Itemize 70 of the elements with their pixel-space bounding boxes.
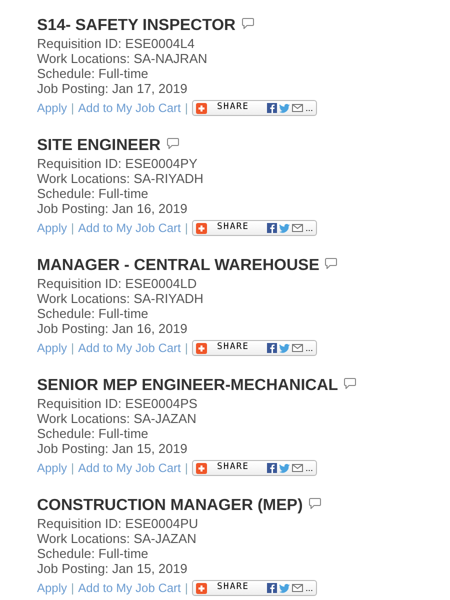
job-detail: Requisition ID: ESE0004PS bbox=[37, 396, 198, 411]
share-button[interactable]: SHARE ... bbox=[192, 100, 317, 116]
job-detail: Job Posting: Jan 15, 2019 bbox=[37, 441, 188, 456]
job-detail: Work Locations: SA-JAZAN bbox=[37, 531, 196, 546]
plus-icon bbox=[196, 342, 207, 354]
job-detail: Job Posting: Jan 16, 2019 bbox=[37, 201, 188, 216]
job-detail: Requisition ID: ESE0004PU bbox=[37, 516, 198, 531]
mail-icon[interactable] bbox=[292, 344, 304, 352]
job-detail: Schedule: Full-time bbox=[37, 546, 148, 561]
job-detail: Schedule: Full-time bbox=[37, 66, 148, 81]
job-title[interactable]: MANAGER - CENTRAL WAREHOUSE bbox=[37, 254, 320, 278]
job-detail: Requisition ID: ESE0004L4 bbox=[37, 36, 195, 51]
separator: | bbox=[71, 220, 74, 237]
more-label[interactable]: ... bbox=[305, 584, 313, 592]
separator: | bbox=[184, 460, 188, 477]
plus-icon bbox=[196, 582, 207, 594]
share-button[interactable]: SHARE ... bbox=[192, 340, 317, 356]
share-label: SHARE bbox=[217, 221, 250, 234]
share-button[interactable]: SHARE ... bbox=[192, 220, 317, 236]
more-label[interactable]: ... bbox=[305, 104, 313, 112]
job-detail: Work Locations: SA-RIYADH bbox=[37, 171, 204, 186]
mail-icon[interactable] bbox=[292, 584, 304, 592]
comment-icon[interactable] bbox=[325, 258, 338, 269]
plus-icon bbox=[196, 462, 207, 474]
comment-icon[interactable] bbox=[308, 498, 321, 509]
job-detail: Requisition ID: ESE0004PY bbox=[37, 156, 198, 171]
comment-icon[interactable] bbox=[242, 18, 254, 29]
share-button[interactable]: SHARE ... bbox=[192, 580, 317, 596]
separator: | bbox=[184, 100, 188, 117]
more-label[interactable]: ... bbox=[305, 344, 313, 352]
job-detail: Work Locations: SA-JAZAN bbox=[37, 411, 196, 426]
share-label: SHARE bbox=[217, 461, 250, 474]
separator: | bbox=[71, 100, 74, 117]
share-label: SHARE bbox=[217, 581, 250, 594]
separator: | bbox=[184, 580, 188, 597]
job-title[interactable]: CONSTRUCTION MANAGER (MEP) bbox=[37, 494, 303, 518]
comment-icon[interactable] bbox=[166, 138, 179, 149]
facebook-icon[interactable] bbox=[267, 583, 278, 593]
more-label[interactable]: ... bbox=[305, 224, 313, 232]
facebook-icon[interactable] bbox=[267, 103, 278, 113]
facebook-icon[interactable] bbox=[267, 463, 278, 473]
share-label: SHARE bbox=[217, 101, 250, 114]
separator: | bbox=[184, 340, 188, 357]
mail-icon[interactable] bbox=[292, 464, 304, 472]
mail-icon[interactable] bbox=[292, 104, 304, 112]
facebook-icon[interactable] bbox=[267, 223, 278, 233]
job-detail: Job Posting: Jan 17, 2019 bbox=[37, 81, 188, 96]
job-title[interactable]: SITE ENGINEER bbox=[37, 134, 161, 158]
job-detail: Schedule: Full-time bbox=[37, 426, 148, 441]
share-button[interactable]: SHARE ... bbox=[192, 460, 317, 476]
job-detail: Job Posting: Jan 16, 2019 bbox=[37, 321, 188, 336]
job-detail: Work Locations: SA-RIYADH bbox=[37, 291, 204, 306]
comment-icon[interactable] bbox=[344, 378, 356, 389]
more-label[interactable]: ... bbox=[305, 464, 313, 472]
job-detail: Work Locations: SA-NAJRAN bbox=[37, 51, 208, 66]
job-detail: Schedule: Full-time bbox=[37, 186, 148, 201]
share-label: SHARE bbox=[217, 341, 250, 354]
job-detail: Job Posting: Jan 15, 2019 bbox=[37, 561, 188, 576]
job-title[interactable]: S14- SAFETY INSPECTOR bbox=[37, 14, 236, 38]
job-detail: Schedule: Full-time bbox=[37, 306, 148, 321]
plus-icon bbox=[196, 222, 207, 234]
separator: | bbox=[184, 220, 188, 237]
job-detail: Requisition ID: ESE0004LD bbox=[37, 276, 197, 291]
facebook-icon[interactable] bbox=[267, 343, 278, 353]
separator: | bbox=[71, 460, 74, 477]
job-title[interactable]: SENIOR MEP ENGINEER-MECHANICAL bbox=[37, 374, 338, 398]
separator: | bbox=[71, 580, 74, 597]
mail-icon[interactable] bbox=[292, 224, 304, 232]
separator: | bbox=[71, 340, 74, 357]
plus-icon bbox=[196, 102, 207, 114]
